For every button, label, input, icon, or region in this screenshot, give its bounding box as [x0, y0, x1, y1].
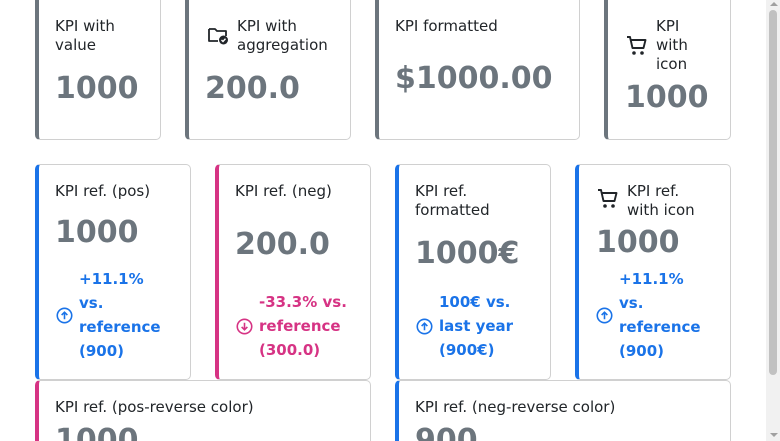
kpi-value: 900: [415, 423, 478, 441]
kpi-title: KPI ref. (neg): [235, 182, 332, 200]
kpi-card-ref-pos: KPI ref. (pos) 1000 +11.1% vs. reference…: [35, 164, 191, 380]
kpi-delta: -33.3% vs. reference (300.0): [259, 293, 347, 359]
kpi-value: 1000: [625, 80, 709, 115]
kpi-card-formatted: KPI formatted $1000.00: [375, 0, 580, 140]
cart-icon: [627, 36, 647, 55]
kpi-card-ref-icon: KPI ref. with icon 1000 +11.1% vs. refer…: [575, 164, 731, 380]
scroll-down-icon[interactable]: [770, 433, 778, 437]
kpi-value: 1000: [55, 71, 139, 106]
scrollbar-thumb[interactable]: [769, 10, 777, 375]
kpi-delta: +11.1% vs. reference (900): [619, 270, 701, 360]
kpi-title: KPI ref. formatted: [415, 182, 490, 219]
kpi-title: KPI formatted: [395, 17, 498, 35]
arrow-up-circle-icon: [596, 307, 613, 324]
kpi-value: 200.0: [235, 227, 330, 262]
kpi-card-aggregation: KPI with aggregation 200.0: [185, 0, 351, 140]
kpi-title: KPI ref. (neg-reverse color): [415, 398, 616, 416]
kpi-card-ref-neg-reverse: KPI ref. (neg-reverse color) 900: [395, 380, 731, 441]
kpi-value: 1000: [55, 215, 139, 250]
kpi-card-ref-formatted: KPI ref. formatted 1000€ 100€ vs. last y…: [395, 164, 551, 380]
kpi-card-icon: KPI with icon 1000: [604, 0, 731, 140]
kpi-value: $1000.00: [395, 61, 553, 96]
kpi-title: KPI ref. with icon: [627, 182, 695, 219]
kpi-card-ref-pos-reverse: KPI ref. (pos-reverse color) 1000: [35, 380, 371, 441]
kpi-delta: 100€ vs. last year (900€): [439, 293, 514, 359]
kpi-title: KPI with aggregation: [237, 17, 328, 54]
kpi-card-ref-neg: KPI ref. (neg) 200.0 -33.3% vs. referenc…: [215, 164, 371, 380]
arrow-up-circle-icon: [56, 307, 73, 324]
kpi-title: KPI with icon: [656, 17, 688, 73]
kpi-value: 1000: [596, 225, 680, 260]
folder-check-icon: [208, 28, 228, 45]
arrow-down-circle-icon: [236, 318, 253, 335]
kpi-title: KPI with value: [55, 17, 115, 54]
cart-icon: [598, 189, 618, 208]
kpi-value: 1000€: [415, 236, 520, 271]
kpi-title: KPI ref. (pos): [55, 182, 151, 200]
kpi-card-value: KPI with value 1000: [35, 0, 161, 140]
kpi-value: 200.0: [205, 71, 300, 106]
kpi-title: KPI ref. (pos-reverse color): [55, 398, 254, 416]
kpi-value: 1000: [55, 423, 139, 441]
kpi-delta: +11.1% vs. reference (900): [79, 270, 161, 360]
arrow-up-circle-icon: [416, 318, 433, 335]
scroll-up-icon[interactable]: [770, 2, 778, 6]
